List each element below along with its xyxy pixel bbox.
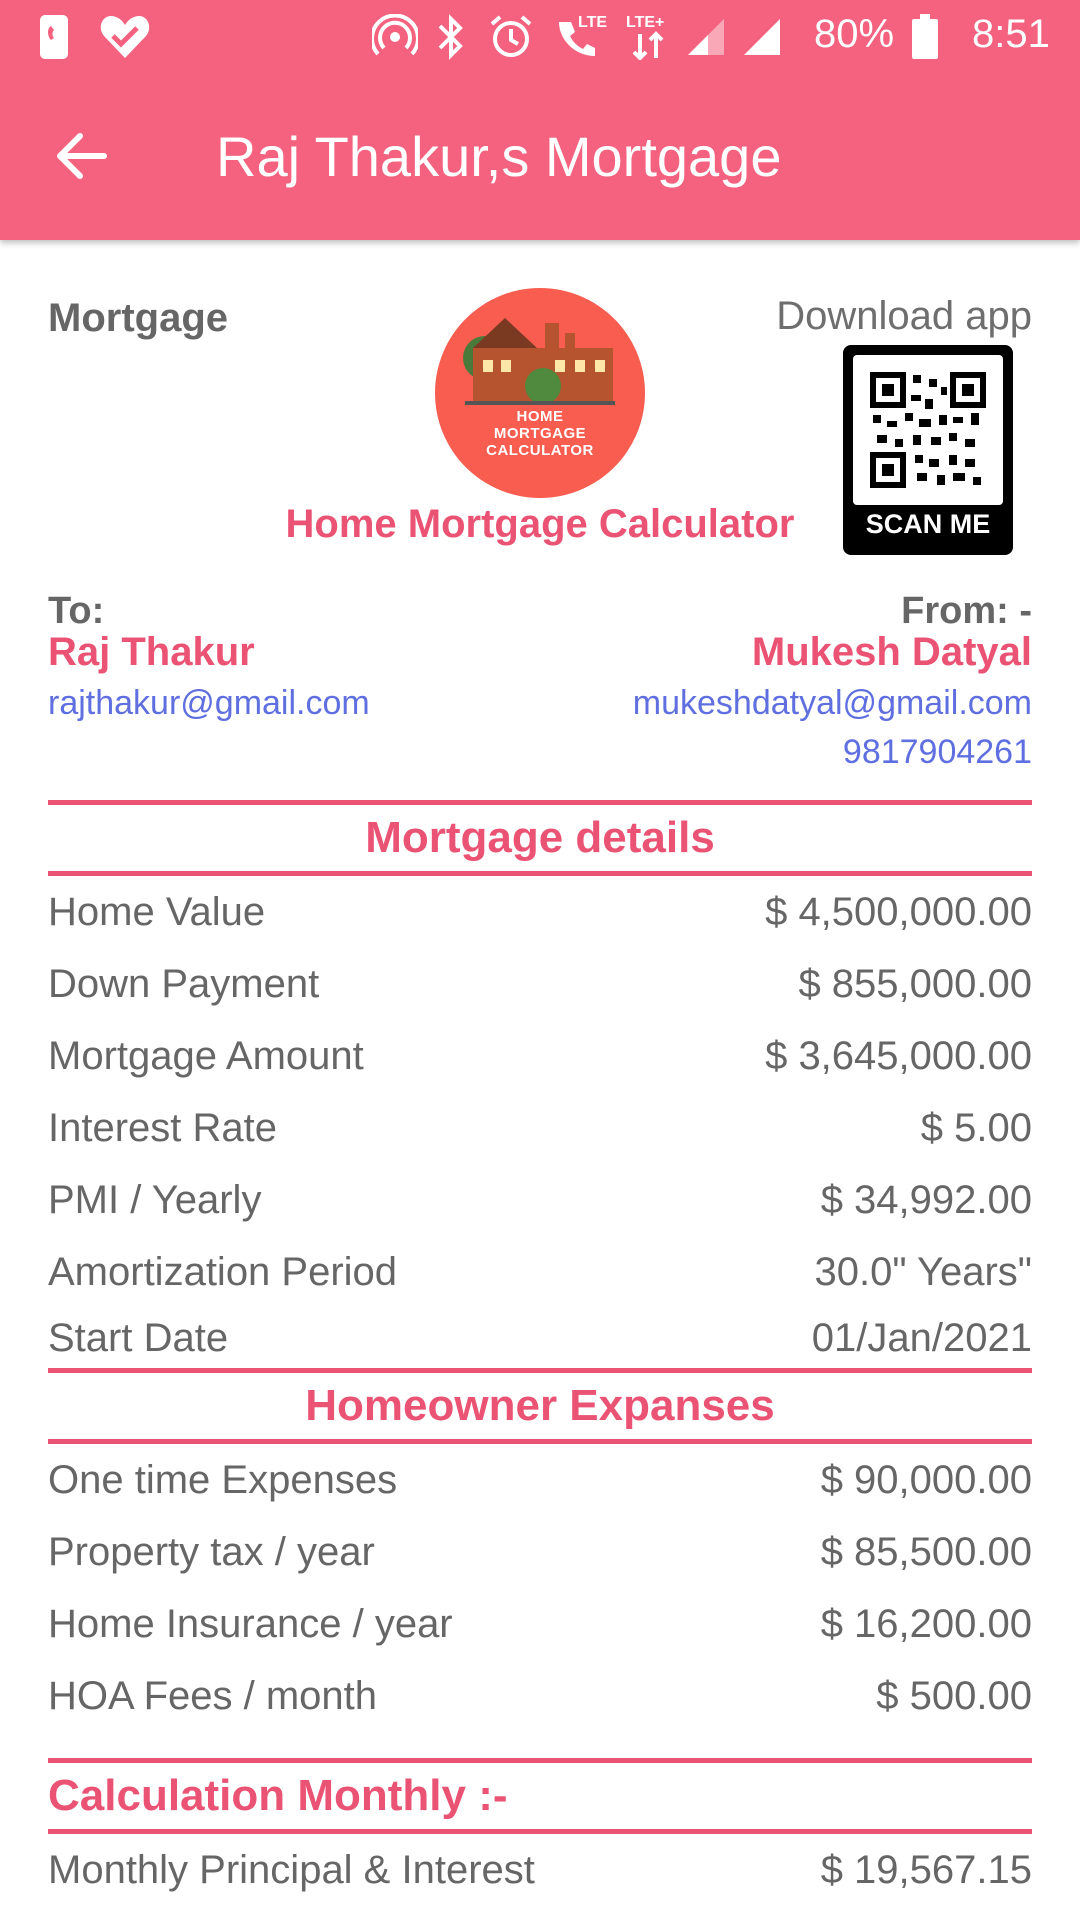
calc-row-principal-interest: Monthly Principal & Interest $ 19,567.15 — [48, 1847, 1032, 1892]
expense-row-one-time: One time Expenses $ 90,000.00 — [48, 1457, 1032, 1502]
detail-row-down-payment: Down Payment $ 855,000.00 — [48, 961, 1032, 1006]
calculation-title: Calculation Monthly :- — [48, 1771, 508, 1820]
top-bar: LTE LTE+ 80% 8:51 Raj Thakur,s Mortgage — [0, 0, 1080, 240]
logo-text: HOME MORTGAGE CALCULATOR — [486, 408, 594, 459]
lte-plus-label: LTE+ — [626, 14, 665, 31]
alarm-icon — [488, 14, 534, 60]
detail-row-home-value: Home Value $ 4,500,000.00 — [48, 889, 1032, 934]
from-label: From: - — [901, 590, 1032, 632]
signal-icon — [740, 14, 784, 60]
signal-icon — [686, 14, 726, 60]
homeowner-expenses-title: Homeowner Expanses — [305, 1381, 775, 1430]
from-phone[interactable]: 9817904261 — [843, 733, 1032, 772]
to-name: Raj Thakur — [48, 630, 255, 674]
expense-row-insurance: Home Insurance / year $ 16,200.00 — [48, 1601, 1032, 1646]
expense-row-hoa: HOA Fees / month $ 500.00 — [48, 1673, 1032, 1718]
volte-call-icon: LTE — [546, 14, 608, 60]
to-email[interactable]: rajthakur@gmail.com — [48, 684, 370, 723]
detail-row-interest-rate: Interest Rate $ 5.00 — [48, 1105, 1032, 1150]
hotspot-icon — [372, 14, 418, 60]
download-app-label: Download app — [776, 294, 1032, 338]
mortgage-details-title: Mortgage details — [365, 813, 715, 862]
expense-row-property-tax: Property tax / year $ 85,500.00 — [48, 1529, 1032, 1574]
parties: To: From: - Raj Thakur Mukesh Datyal raj… — [48, 580, 1032, 800]
detail-row-start-date: Start Date 01/Jan/2021 — [48, 1315, 1032, 1360]
qr-code[interactable]: SCAN ME — [843, 345, 1013, 555]
report-header: Mortgage HOME MORTGAGE CALCULATOR Home M… — [48, 240, 1032, 580]
battery-percent: 80% — [814, 12, 895, 56]
to-label: To: — [48, 590, 105, 632]
lte-label: LTE — [578, 14, 608, 31]
phone-icon — [38, 14, 70, 60]
mortgage-label: Mortgage — [48, 296, 228, 340]
qr-caption: SCAN ME — [865, 509, 991, 539]
app-logo: HOME MORTGAGE CALCULATOR — [435, 288, 645, 498]
detail-row-amortization: Amortization Period 30.0" Years" — [48, 1249, 1032, 1294]
app-bar: Raj Thakur,s Mortgage — [0, 76, 1080, 240]
bluetooth-icon — [434, 14, 468, 60]
status-time: 8:51 — [972, 12, 1050, 56]
heart-check-icon — [98, 14, 152, 60]
mortgage-details-list: Home Value $ 4,500,000.00 Down Payment $ 8… — [48, 876, 1032, 1368]
homeowner-expenses-list: One time Expenses $ 90,000.00 Property ta… — [48, 1444, 1032, 1732]
arrow-back-icon[interactable] — [52, 126, 122, 186]
detail-row-pmi: PMI / Yearly $ 34,992.00 — [48, 1177, 1032, 1222]
detail-row-mortgage-amount: Mortgage Amount $ 3,645,000.00 — [48, 1033, 1032, 1078]
mortgage-report: Mortgage HOME MORTGAGE CALCULATOR Home M… — [48, 240, 1032, 1906]
from-email[interactable]: mukeshdatyal@gmail.com — [633, 684, 1032, 723]
from-name: Mukesh Datyal — [751, 630, 1032, 674]
data-icon: LTE+ — [622, 14, 680, 60]
page-title: Raj Thakur,s Mortgage — [216, 125, 782, 188]
battery-icon — [910, 14, 940, 60]
status-bar: LTE LTE+ 80% 8:51 — [0, 0, 1080, 76]
